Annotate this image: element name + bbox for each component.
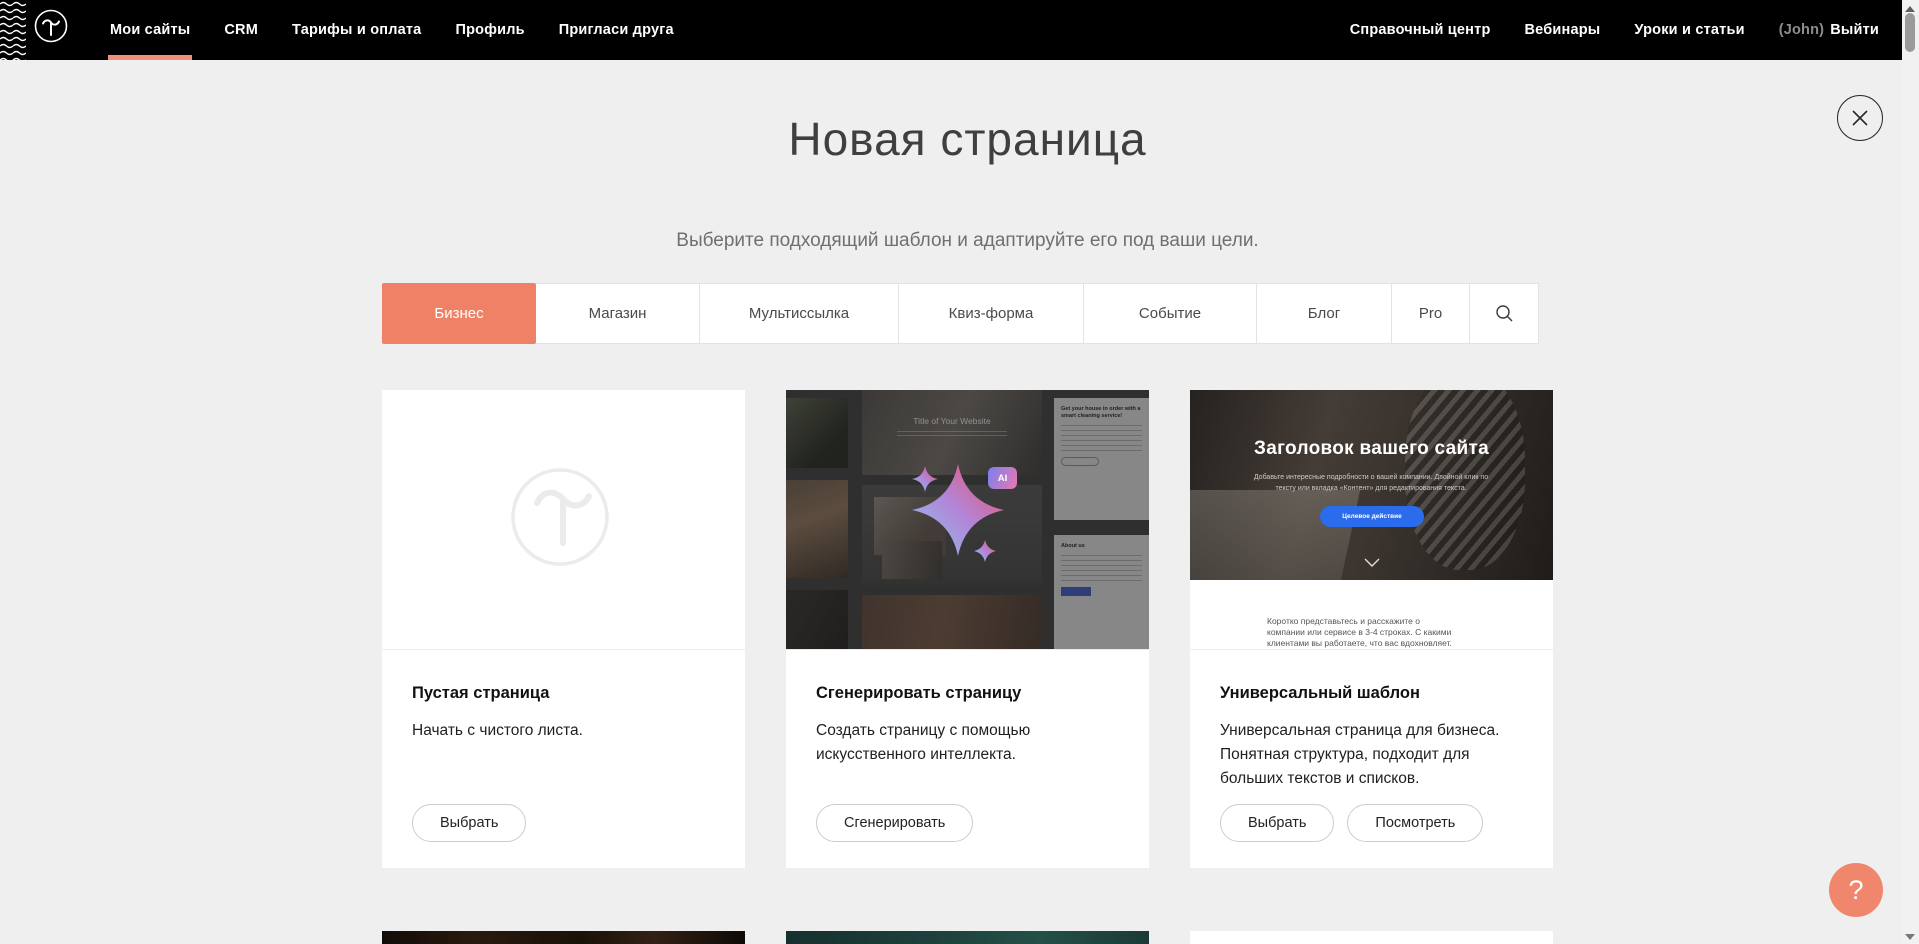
template-heading: Заголовок вашего сайта <box>1190 438 1553 460</box>
view-button[interactable]: Посмотреть <box>1347 804 1483 842</box>
nav-item-my-sites[interactable]: Мои сайты <box>110 0 190 60</box>
card-info: Сгенерировать страницу Создать страницу … <box>786 650 1149 868</box>
card-description: Универсальная страница для бизнеса. Поня… <box>1220 719 1523 791</box>
card-info: Универсальный шаблон Универсальная стран… <box>1190 650 1553 868</box>
card-description: Начать с чистого листа. <box>412 719 715 743</box>
card-ai-generate: Title of Your Website Get your house in … <box>786 390 1149 868</box>
nav-item-crm[interactable]: CRM <box>224 0 258 60</box>
nav-label: Справочный центр <box>1350 22 1491 38</box>
page-subtitle: Выберите подходящий шаблон и адаптируйте… <box>382 230 1553 252</box>
question-mark-icon: ? <box>1848 875 1863 906</box>
universal-template-preview[interactable]: Заголовок вашего сайта Добавьте интересн… <box>1190 390 1553 650</box>
tab-pro[interactable]: Pro <box>1392 283 1470 344</box>
template-card-partial[interactable] <box>786 931 1149 944</box>
laptop-shape <box>1190 490 1360 580</box>
nav-label: Тарифы и оплата <box>292 22 421 38</box>
nav-label: Мои сайты <box>110 22 190 38</box>
card-title: Универсальный шаблон <box>1220 684 1523 703</box>
tab-event[interactable]: Событие <box>1084 283 1257 344</box>
zigzag-pattern <box>0 0 26 60</box>
nav-label: Профиль <box>455 22 524 38</box>
template-hero: Заголовок вашего сайта Добавьте интересн… <box>1190 390 1553 580</box>
nav-left: Мои сайты CRM Тарифы и оплата Профиль Пр… <box>110 0 674 60</box>
card-buttons: Выбрать Посмотреть <box>1220 804 1483 842</box>
nav-item-help-center[interactable]: Справочный центр <box>1350 0 1491 60</box>
active-underline <box>108 55 192 60</box>
template-cta-button: Целевое действие <box>1320 506 1424 527</box>
ai-badge: AI <box>988 467 1017 489</box>
tab-quiz-form[interactable]: Квиз-форма <box>899 283 1084 344</box>
scroll-down-arrow-icon[interactable] <box>1905 934 1915 940</box>
select-button[interactable]: Выбрать <box>412 804 526 842</box>
select-button[interactable]: Выбрать <box>1220 804 1334 842</box>
nav-label: Уроки и статьи <box>1634 22 1744 38</box>
scrollbar-thumb[interactable] <box>1905 13 1915 52</box>
nav-item-invite-friend[interactable]: Пригласи друга <box>559 0 674 60</box>
template-cards-row: Пустая страница Начать с чистого листа. … <box>382 390 1553 868</box>
generate-button[interactable]: Сгенерировать <box>816 804 973 842</box>
template-subtext: Добавьте интересные подробности о вашей … <box>1246 472 1496 494</box>
card-buttons: Выбрать <box>412 804 526 842</box>
tab-multilink[interactable]: Мультиссылка <box>700 283 899 344</box>
content-container: Новая страница Выберите подходящий шабло… <box>382 60 1553 944</box>
nav-item-logout[interactable]: (John) Выйти <box>1779 0 1879 60</box>
logout-label: Выйти <box>1830 22 1879 38</box>
card-universal-template: Заголовок вашего сайта Добавьте интересн… <box>1190 390 1553 868</box>
template-cards-row-2 <box>382 931 1553 944</box>
ai-sparkle-icon <box>786 390 1149 650</box>
tab-business[interactable]: Бизнес <box>382 283 536 344</box>
nav-item-lessons[interactable]: Уроки и статьи <box>1634 0 1744 60</box>
chevron-down-icon <box>1364 558 1380 567</box>
tab-shop[interactable]: Магазин <box>536 283 700 344</box>
card-description: Создать страницу с помощью искусственног… <box>816 719 1119 767</box>
template-paragraph: Коротко представьтесь и расскажите о ком… <box>1267 616 1459 650</box>
nav-item-pricing[interactable]: Тарифы и оплата <box>292 0 421 60</box>
tab-search[interactable] <box>1470 283 1539 344</box>
user-name: (John) <box>1779 22 1825 38</box>
tilda-watermark-icon <box>382 390 745 650</box>
template-card-partial[interactable] <box>382 931 745 944</box>
scroll-up-arrow-icon[interactable] <box>1905 6 1915 12</box>
nav-label: CRM <box>224 22 258 38</box>
nav-right: Справочный центр Вебинары Уроки и статьи… <box>1350 0 1879 60</box>
nav-label: Пригласи друга <box>559 22 674 38</box>
close-button[interactable] <box>1837 95 1883 141</box>
new-page-dialog: Мои сайты CRM Тарифы и оплата Профиль Пр… <box>0 0 1919 944</box>
blank-page-preview[interactable] <box>382 390 745 650</box>
template-category-tabs: Бизнес Магазин Мультиссылка Квиз-форма С… <box>382 283 1539 344</box>
search-icon <box>1495 304 1514 323</box>
ai-generate-preview[interactable]: Title of Your Website Get your house in … <box>786 390 1149 650</box>
nav-item-webinars[interactable]: Вебинары <box>1525 0 1601 60</box>
template-card-partial[interactable] <box>1190 931 1553 944</box>
tilda-logo-icon[interactable] <box>34 9 68 43</box>
vertical-scrollbar[interactable] <box>1902 0 1919 944</box>
tab-blog[interactable]: Блог <box>1257 283 1392 344</box>
card-title: Пустая страница <box>412 684 715 703</box>
card-blank-page: Пустая страница Начать с чистого листа. … <box>382 390 745 868</box>
top-navbar: Мои сайты CRM Тарифы и оплата Профиль Пр… <box>0 0 1919 60</box>
page-title: Новая страница <box>382 112 1553 166</box>
close-icon <box>1850 108 1870 128</box>
card-buttons: Сгенерировать <box>816 804 973 842</box>
nav-label: Вебинары <box>1525 22 1601 38</box>
card-title: Сгенерировать страницу <box>816 684 1119 703</box>
card-info: Пустая страница Начать с чистого листа. … <box>382 650 745 868</box>
nav-item-profile[interactable]: Профиль <box>455 0 524 60</box>
help-button[interactable]: ? <box>1829 863 1883 917</box>
